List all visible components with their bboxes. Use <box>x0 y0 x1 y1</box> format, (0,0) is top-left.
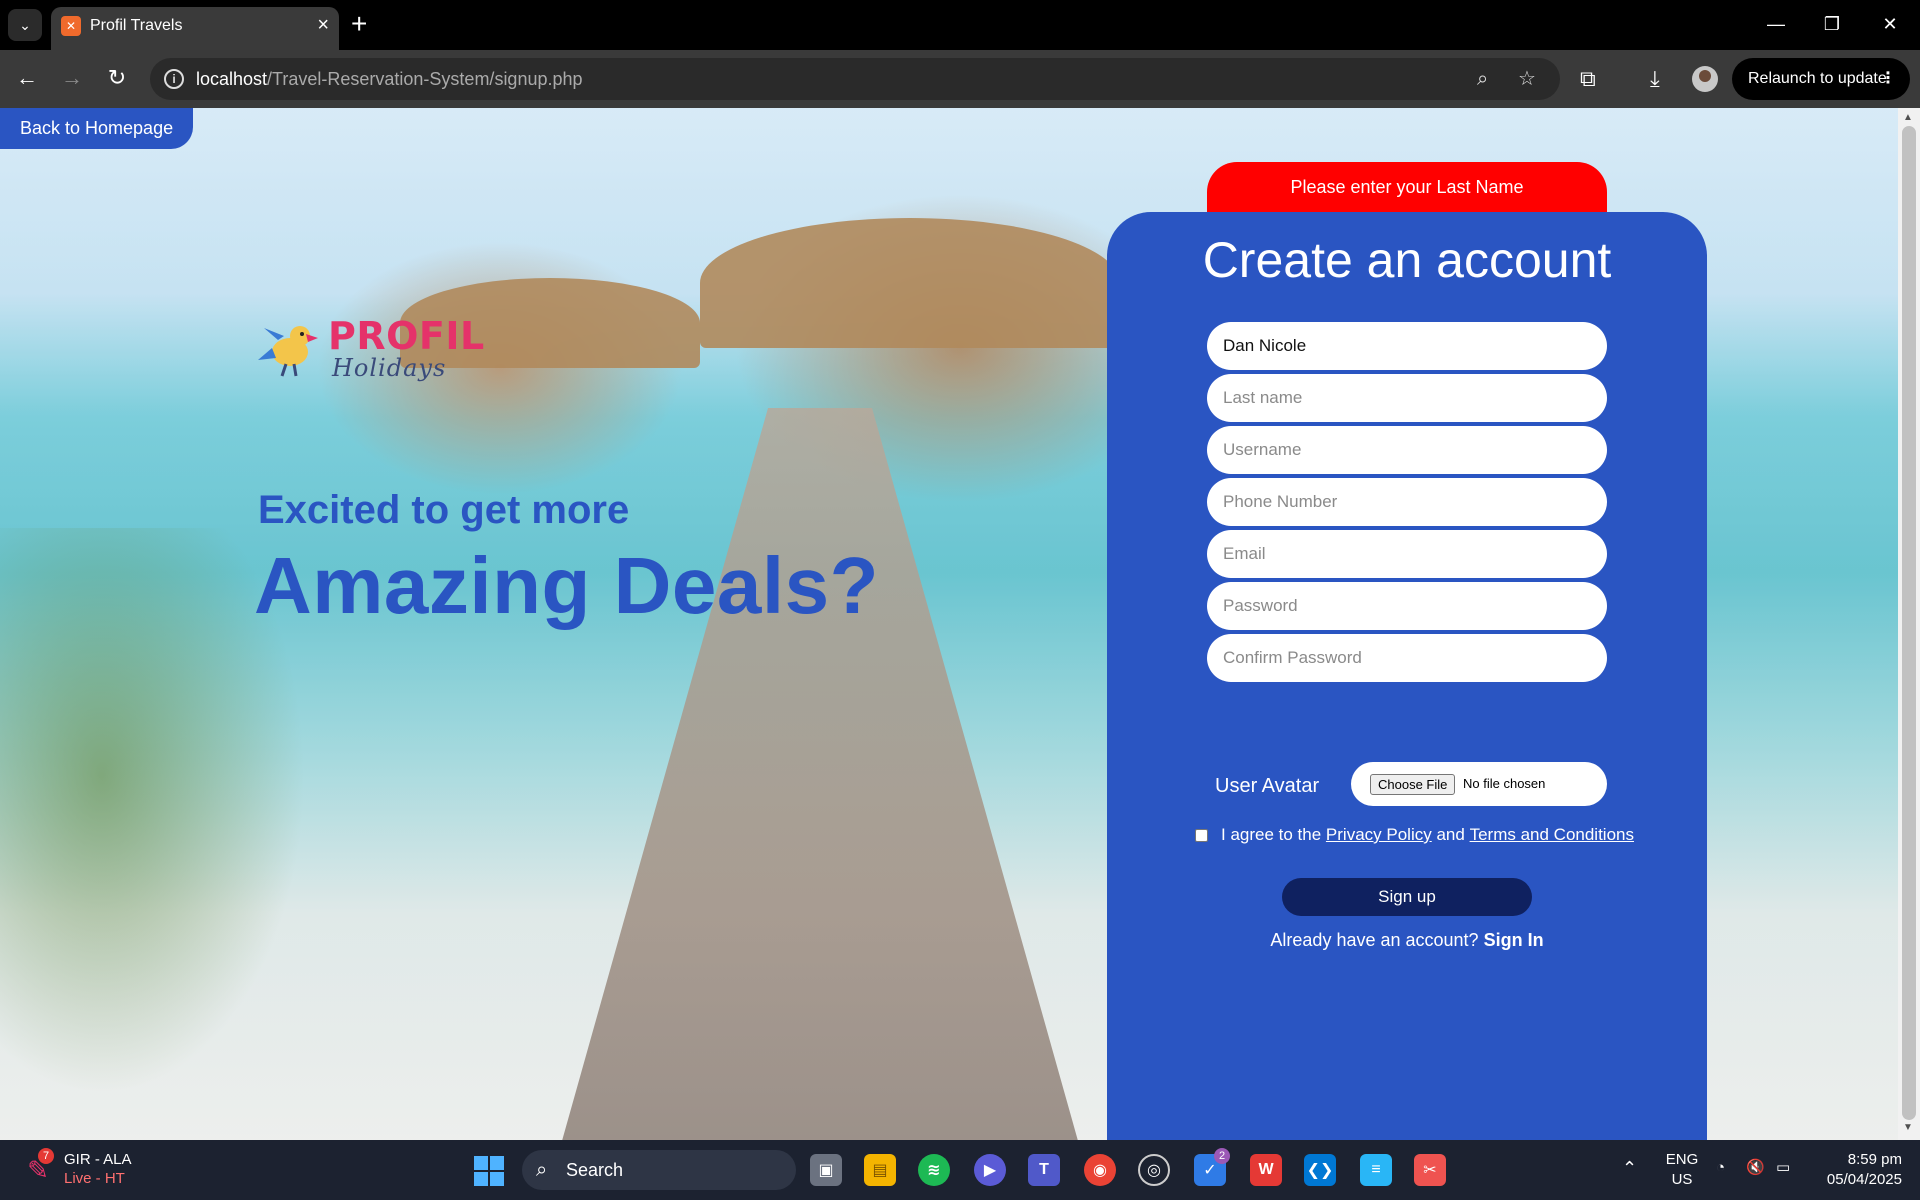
language-code: ENG <box>1665 1151 1699 1168</box>
bookmark-star-icon[interactable]: ☆ <box>1518 67 1536 91</box>
relaunch-button[interactable]: Relaunch to update ⋮ <box>1732 58 1910 100</box>
more-menu-icon[interactable]: ⋮ <box>1880 58 1896 100</box>
signin-prompt: Already have an account? <box>1270 930 1479 950</box>
hut-roof-image <box>700 218 1120 348</box>
obs-icon[interactable]: ◎ <box>1138 1154 1170 1186</box>
phone-input[interactable] <box>1207 478 1607 526</box>
site-info-icon[interactable]: i <box>164 69 184 89</box>
new-tab-icon[interactable]: + <box>351 8 367 40</box>
chrome-icon[interactable]: ◉ <box>1084 1154 1116 1186</box>
clock[interactable]: 8:59 pm 05/04/2025 <box>1810 1150 1902 1190</box>
sports-widget[interactable]: GIR - ALA Live - HT <box>64 1150 132 1188</box>
sports-status: Live - HT <box>64 1170 125 1187</box>
clock-date: 05/04/2025 <box>1826 1171 1902 1188</box>
sports-badge: 7 <box>38 1148 54 1164</box>
browser-toolbar: ← → ↻ i localhost/Travel-Reservation-Sys… <box>0 50 1920 108</box>
taskbar: ✎ 7 GIR - ALA Live - HT ⌕ Search ▣ ▤ ≋ ▶… <box>0 1140 1920 1200</box>
search-label: Search <box>566 1160 624 1180</box>
restore-icon[interactable]: ❐ <box>1812 10 1852 38</box>
user-avatar-label: User Avatar <box>1215 775 1320 797</box>
clock-time: 8:59 pm <box>1847 1151 1902 1168</box>
url-text[interactable]: localhost/Travel-Reservation-System/sign… <box>196 68 583 90</box>
username-input[interactable] <box>1207 426 1607 474</box>
browser-tab[interactable]: ✕ Profil Travels × <box>51 7 339 50</box>
back-to-homepage-button[interactable]: Back to Homepage <box>0 108 194 149</box>
xampp-favicon-icon: ✕ <box>61 16 81 36</box>
notepad-icon[interactable]: ≡ <box>1360 1154 1392 1186</box>
pier-image <box>560 408 1080 1140</box>
scroll-up-icon[interactable]: ▲ <box>1903 112 1913 123</box>
logo-sub-text: Holidays <box>332 354 447 382</box>
vscode-icon[interactable]: ❮❯ <box>1304 1154 1336 1186</box>
signup-title: Create an account <box>1202 232 1612 288</box>
minimize-icon[interactable]: — <box>1756 10 1796 38</box>
zoom-icon[interactable]: ⌕ <box>1477 67 1488 91</box>
teams-icon[interactable]: T <box>1028 1154 1060 1186</box>
search-icon: ⌕ <box>536 1159 548 1181</box>
agree-row: I agree to the Privacy Policy and Terms … <box>1195 824 1634 846</box>
tab-search-button[interactable]: ⌄ <box>8 9 42 41</box>
battery-icon[interactable]: ▭ <box>1776 1158 1790 1178</box>
signin-row: Already have an account? Sign In <box>1107 928 1707 952</box>
signup-card: Create an account User Avatar Choose Fil… <box>1107 212 1707 1140</box>
tray-overflow-icon[interactable]: ⌃ <box>1622 1158 1637 1178</box>
taskbar-search[interactable]: ⌕ Search <box>522 1150 796 1190</box>
profile-avatar[interactable] <box>1692 66 1718 92</box>
windows-start-icon[interactable] <box>474 1156 504 1186</box>
hero-title: Amazing Deals? <box>254 541 879 630</box>
wifi-icon[interactable]: ◔ <box>1716 1158 1725 1178</box>
profil-holidays-logo: PROFIL Holidays <box>256 306 484 396</box>
back-arrow-icon[interactable]: ← <box>12 64 42 92</box>
confirm-password-input[interactable] <box>1207 634 1607 682</box>
agree-checkbox[interactable] <box>1195 828 1208 842</box>
volume-muted-icon[interactable]: 🔇 <box>1746 1158 1765 1178</box>
agree-and-text: and <box>1436 825 1465 844</box>
task-view-icon[interactable]: ▣ <box>810 1154 842 1186</box>
sign-in-link[interactable]: Sign In <box>1484 930 1544 950</box>
snipping-tool-icon[interactable]: ✂ <box>1414 1154 1446 1186</box>
file-status-text: No file chosen <box>1463 776 1546 791</box>
tab-title: Profil Travels <box>90 17 183 34</box>
privacy-policy-link[interactable]: Privacy Policy <box>1326 824 1432 846</box>
terms-link[interactable]: Terms and Conditions <box>1470 824 1634 846</box>
first-name-input[interactable] <box>1207 322 1607 370</box>
last-name-input[interactable] <box>1207 374 1607 422</box>
sports-title: GIR - ALA <box>64 1151 132 1168</box>
choose-file-button[interactable]: Choose File <box>1370 774 1456 795</box>
todo-badge: 2 <box>1214 1148 1230 1164</box>
page-scrollbar[interactable]: ▲ ▼ <box>1898 108 1920 1140</box>
page-viewport: Back to Homepage PROFIL Holidays Excited… <box>0 108 1920 1140</box>
parrot-icon <box>258 326 318 377</box>
agree-prefix-text: I agree to the <box>1221 825 1322 844</box>
scroll-down-icon[interactable]: ▼ <box>1903 1122 1913 1133</box>
media-player-icon[interactable]: ▶ <box>974 1154 1006 1186</box>
extensions-icon[interactable]: ⧉ <box>1580 65 1596 93</box>
password-input[interactable] <box>1207 582 1607 630</box>
file-explorer-icon[interactable]: ▤ <box>864 1154 896 1186</box>
browser-tab-strip: ⌄ ✕ Profil Travels × + — ❐ ✕ <box>0 0 1920 50</box>
language-indicator[interactable]: ENG US <box>1660 1150 1704 1190</box>
wps-office-icon[interactable]: W <box>1250 1154 1282 1186</box>
download-icon[interactable]: ⤓ <box>1650 65 1660 93</box>
close-window-icon[interactable]: ✕ <box>1870 10 1910 38</box>
reload-icon[interactable]: ↻ <box>102 64 132 92</box>
address-bar[interactable]: i localhost/Travel-Reservation-System/si… <box>150 58 1560 100</box>
close-tab-icon[interactable]: × <box>317 14 329 36</box>
email-input[interactable] <box>1207 530 1607 578</box>
hero-subtitle: Excited to get more <box>258 488 630 532</box>
logo-brand-text: PROFIL <box>328 314 485 358</box>
forward-arrow-icon[interactable]: → <box>57 64 87 92</box>
avatar-file-input[interactable]: Choose File No file chosen <box>1351 762 1607 806</box>
spotify-icon[interactable]: ≋ <box>918 1154 950 1186</box>
region-code: US <box>1671 1171 1693 1188</box>
scroll-thumb[interactable] <box>1902 126 1916 1120</box>
sign-up-button[interactable]: Sign up <box>1282 878 1532 916</box>
